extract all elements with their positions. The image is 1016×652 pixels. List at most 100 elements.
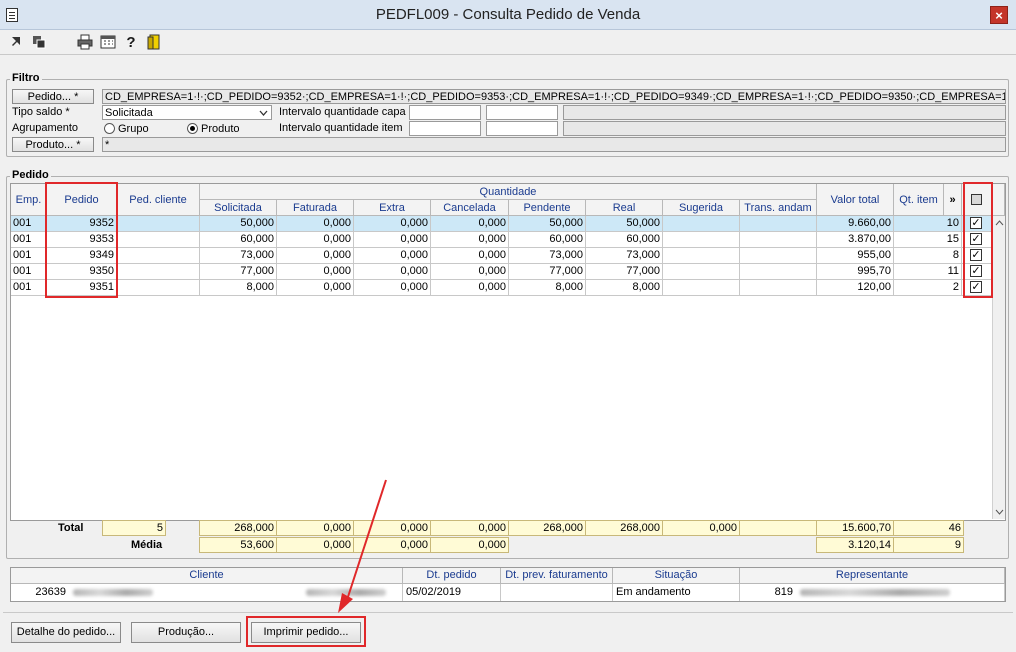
cell-solicitada[interactable]: 77,000 bbox=[200, 264, 277, 280]
pedido-grid[interactable]: Emp. Pedido Ped. cliente Quantidade Soli… bbox=[10, 183, 1006, 521]
cell-ped-cliente[interactable] bbox=[117, 280, 200, 296]
cell-extra[interactable]: 0,000 bbox=[354, 264, 431, 280]
cell-solicitada[interactable]: 50,000 bbox=[200, 216, 277, 232]
cell-faturada[interactable]: 0,000 bbox=[277, 232, 354, 248]
dt-pedido-cell[interactable]: 05/02/2019 bbox=[403, 584, 501, 601]
cell-pendente[interactable]: 73,000 bbox=[509, 248, 586, 264]
cell-ped-cliente[interactable] bbox=[117, 264, 200, 280]
col-valor-total[interactable]: Valor total bbox=[817, 184, 894, 216]
cell-pendente[interactable]: 8,000 bbox=[509, 280, 586, 296]
col-situacao[interactable]: Situação bbox=[613, 568, 740, 584]
cell-sugerida[interactable] bbox=[663, 216, 740, 232]
calendar-icon[interactable] bbox=[99, 34, 117, 52]
stack-icon[interactable] bbox=[30, 34, 48, 52]
close-button[interactable]: × bbox=[990, 6, 1008, 24]
intervalo-item-min-input[interactable] bbox=[409, 121, 481, 136]
cell-qt-item[interactable]: 2 bbox=[894, 280, 962, 296]
col-pendente[interactable]: Pendente bbox=[509, 200, 586, 216]
cell-qt-item[interactable]: 11 bbox=[894, 264, 962, 280]
cell-ped-cliente[interactable] bbox=[117, 216, 200, 232]
cell-pendente[interactable]: 50,000 bbox=[509, 216, 586, 232]
cell-ped-cliente[interactable] bbox=[117, 248, 200, 264]
radio-produto[interactable] bbox=[187, 123, 198, 134]
tipo-saldo-select[interactable]: Solicitada bbox=[102, 105, 272, 120]
intervalo-item-max-input[interactable] bbox=[486, 121, 558, 136]
cell-emp[interactable]: 001 bbox=[11, 216, 47, 232]
col-emp[interactable]: Emp. bbox=[11, 184, 47, 216]
cell-emp[interactable]: 001 bbox=[11, 248, 47, 264]
pedido-filter-field[interactable]: CD_EMPRESA=1·!·;CD_PEDIDO=9352·;CD_EMPRE… bbox=[102, 89, 1006, 104]
col-trans-andam[interactable]: Trans. andam bbox=[740, 200, 817, 216]
cell-valor-total[interactable]: 995,70 bbox=[817, 264, 894, 280]
intervalo-capa-max-input[interactable] bbox=[486, 105, 558, 120]
pedido-info-grid[interactable]: Cliente Dt. pedido Dt. prev. faturamento… bbox=[10, 567, 1006, 602]
cell-qt-item[interactable]: 15 bbox=[894, 232, 962, 248]
radio-grupo[interactable] bbox=[104, 123, 115, 134]
cell-qt-item[interactable]: 8 bbox=[894, 248, 962, 264]
detalhe-pedido-button[interactable]: Detalhe do pedido... bbox=[11, 622, 121, 643]
cell-valor-total[interactable]: 955,00 bbox=[817, 248, 894, 264]
cell-emp[interactable]: 001 bbox=[11, 232, 47, 248]
cell-trans-andam[interactable] bbox=[740, 248, 817, 264]
cell-solicitada[interactable]: 73,000 bbox=[200, 248, 277, 264]
vertical-scrollbar[interactable] bbox=[992, 216, 1005, 519]
printer-icon[interactable] bbox=[76, 34, 94, 52]
cell-cancelada[interactable]: 0,000 bbox=[431, 232, 509, 248]
cell-emp[interactable]: 001 bbox=[11, 280, 47, 296]
cell-trans-andam[interactable] bbox=[740, 280, 817, 296]
cell-extra[interactable]: 0,000 bbox=[354, 232, 431, 248]
cell-sugerida[interactable] bbox=[663, 280, 740, 296]
cell-sugerida[interactable] bbox=[663, 248, 740, 264]
col-representante[interactable]: Representante bbox=[740, 568, 1005, 584]
cell-faturada[interactable]: 0,000 bbox=[277, 216, 354, 232]
col-dt-prev[interactable]: Dt. prev. faturamento bbox=[501, 568, 613, 584]
col-extra[interactable]: Extra bbox=[354, 200, 431, 216]
cell-cancelada[interactable]: 0,000 bbox=[431, 248, 509, 264]
arrow-icon[interactable] bbox=[8, 34, 26, 52]
col-real[interactable]: Real bbox=[586, 200, 663, 216]
cell-real[interactable]: 77,000 bbox=[586, 264, 663, 280]
cell-emp[interactable]: 001 bbox=[11, 264, 47, 280]
cell-real[interactable]: 8,000 bbox=[586, 280, 663, 296]
cell-trans-andam[interactable] bbox=[740, 216, 817, 232]
more-columns-button[interactable]: » bbox=[944, 184, 962, 216]
cell-faturada[interactable]: 0,000 bbox=[277, 248, 354, 264]
cell-cancelada[interactable]: 0,000 bbox=[431, 280, 509, 296]
col-faturada[interactable]: Faturada bbox=[277, 200, 354, 216]
cell-ped-cliente[interactable] bbox=[117, 232, 200, 248]
cell-extra[interactable]: 0,000 bbox=[354, 248, 431, 264]
cell-trans-andam[interactable] bbox=[740, 232, 817, 248]
col-cancelada[interactable]: Cancelada bbox=[431, 200, 509, 216]
cell-qt-item[interactable]: 10 bbox=[894, 216, 962, 232]
cell-sugerida[interactable] bbox=[663, 264, 740, 280]
help-icon[interactable]: ? bbox=[122, 34, 140, 52]
cell-faturada[interactable]: 0,000 bbox=[277, 264, 354, 280]
producao-button[interactable]: Produção... bbox=[131, 622, 241, 643]
produto-filter-field[interactable]: * bbox=[102, 137, 1006, 152]
situacao-cell[interactable]: Em andamento bbox=[613, 584, 740, 601]
cell-valor-total[interactable]: 3.870,00 bbox=[817, 232, 894, 248]
dt-prev-cell[interactable] bbox=[501, 584, 613, 601]
col-qt-item[interactable]: Qt. item bbox=[894, 184, 944, 216]
cell-solicitada[interactable]: 60,000 bbox=[200, 232, 277, 248]
cell-cancelada[interactable]: 0,000 bbox=[431, 264, 509, 280]
exit-door-icon[interactable] bbox=[145, 34, 163, 52]
cell-extra[interactable]: 0,000 bbox=[354, 216, 431, 232]
cell-cancelada[interactable]: 0,000 bbox=[431, 216, 509, 232]
col-solicitada[interactable]: Solicitada bbox=[200, 200, 277, 216]
cell-pendente[interactable]: 77,000 bbox=[509, 264, 586, 280]
cell-real[interactable]: 73,000 bbox=[586, 248, 663, 264]
chevron-down-icon[interactable] bbox=[259, 106, 268, 119]
representante-cell[interactable]: 819 bbox=[740, 584, 1005, 601]
col-ped-cliente[interactable]: Ped. cliente bbox=[117, 184, 200, 216]
cell-pendente[interactable]: 60,000 bbox=[509, 232, 586, 248]
cell-valor-total[interactable]: 9.660,00 bbox=[817, 216, 894, 232]
cell-faturada[interactable]: 0,000 bbox=[277, 280, 354, 296]
pedido-filter-button[interactable]: Pedido... * bbox=[12, 89, 94, 104]
cell-trans-andam[interactable] bbox=[740, 264, 817, 280]
cell-valor-total[interactable]: 120,00 bbox=[817, 280, 894, 296]
intervalo-capa-min-input[interactable] bbox=[409, 105, 481, 120]
cell-extra[interactable]: 0,000 bbox=[354, 280, 431, 296]
cell-solicitada[interactable]: 8,000 bbox=[200, 280, 277, 296]
produto-filter-button[interactable]: Produto... * bbox=[12, 137, 94, 152]
